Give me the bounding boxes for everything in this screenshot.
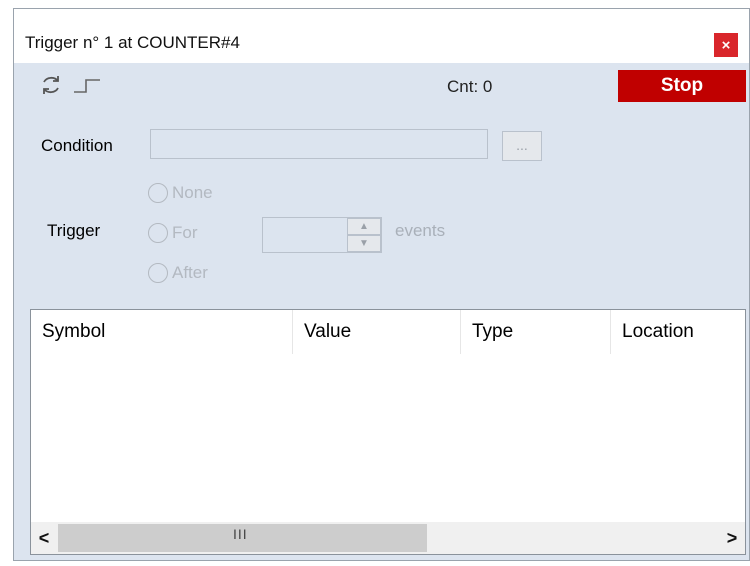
spin-down-icon[interactable]: ▼ bbox=[347, 235, 381, 252]
counter-text: Cnt: 0 bbox=[447, 77, 493, 96]
symbol-table: Symbol Value Type Location < III > bbox=[30, 309, 746, 555]
spin-up-icon[interactable]: ▲ bbox=[347, 218, 381, 235]
title-bar[interactable]: Trigger n° 1 at COUNTER#4 × bbox=[14, 9, 749, 63]
trigger-window: Trigger n° 1 at COUNTER#4 × Cnt: 0 Stop … bbox=[13, 8, 750, 561]
table-header: Symbol Value Type Location bbox=[31, 310, 745, 354]
radio-after-label: After bbox=[172, 263, 208, 282]
radio-none[interactable]: None bbox=[148, 183, 213, 203]
toolbar: Cnt: 0 Stop bbox=[14, 63, 749, 107]
scroll-left-icon[interactable]: < bbox=[31, 522, 57, 554]
column-header-symbol[interactable]: Symbol bbox=[31, 310, 293, 354]
trigger-label: Trigger bbox=[47, 221, 101, 240]
condition-label: Condition bbox=[41, 136, 113, 155]
radio-none-label: None bbox=[172, 183, 213, 202]
close-button[interactable]: × bbox=[714, 33, 738, 57]
radio-for-label: For bbox=[172, 223, 198, 242]
column-header-type[interactable]: Type bbox=[461, 310, 611, 354]
radio-circle bbox=[148, 183, 168, 203]
stop-button[interactable]: Stop bbox=[618, 70, 746, 102]
scroll-right-icon[interactable]: > bbox=[719, 522, 745, 554]
browse-condition-button[interactable]: ... bbox=[502, 131, 542, 161]
radio-after[interactable]: After bbox=[148, 263, 208, 283]
radio-for[interactable]: For bbox=[148, 223, 198, 243]
events-label: events bbox=[395, 221, 446, 240]
condition-field[interactable] bbox=[150, 129, 488, 159]
radio-circle bbox=[148, 263, 168, 283]
window-title: Trigger n° 1 at COUNTER#4 bbox=[25, 33, 240, 52]
scrollbar-grip: III bbox=[233, 526, 248, 542]
horizontal-scrollbar[interactable]: < III > bbox=[31, 522, 745, 554]
refresh-icon[interactable] bbox=[39, 73, 63, 97]
rising-edge-icon[interactable] bbox=[72, 77, 102, 95]
column-header-value[interactable]: Value bbox=[293, 310, 461, 354]
radio-circle bbox=[148, 223, 168, 243]
column-header-location[interactable]: Location bbox=[611, 310, 745, 354]
event-count-spinner[interactable]: ▲ ▼ bbox=[347, 218, 381, 252]
